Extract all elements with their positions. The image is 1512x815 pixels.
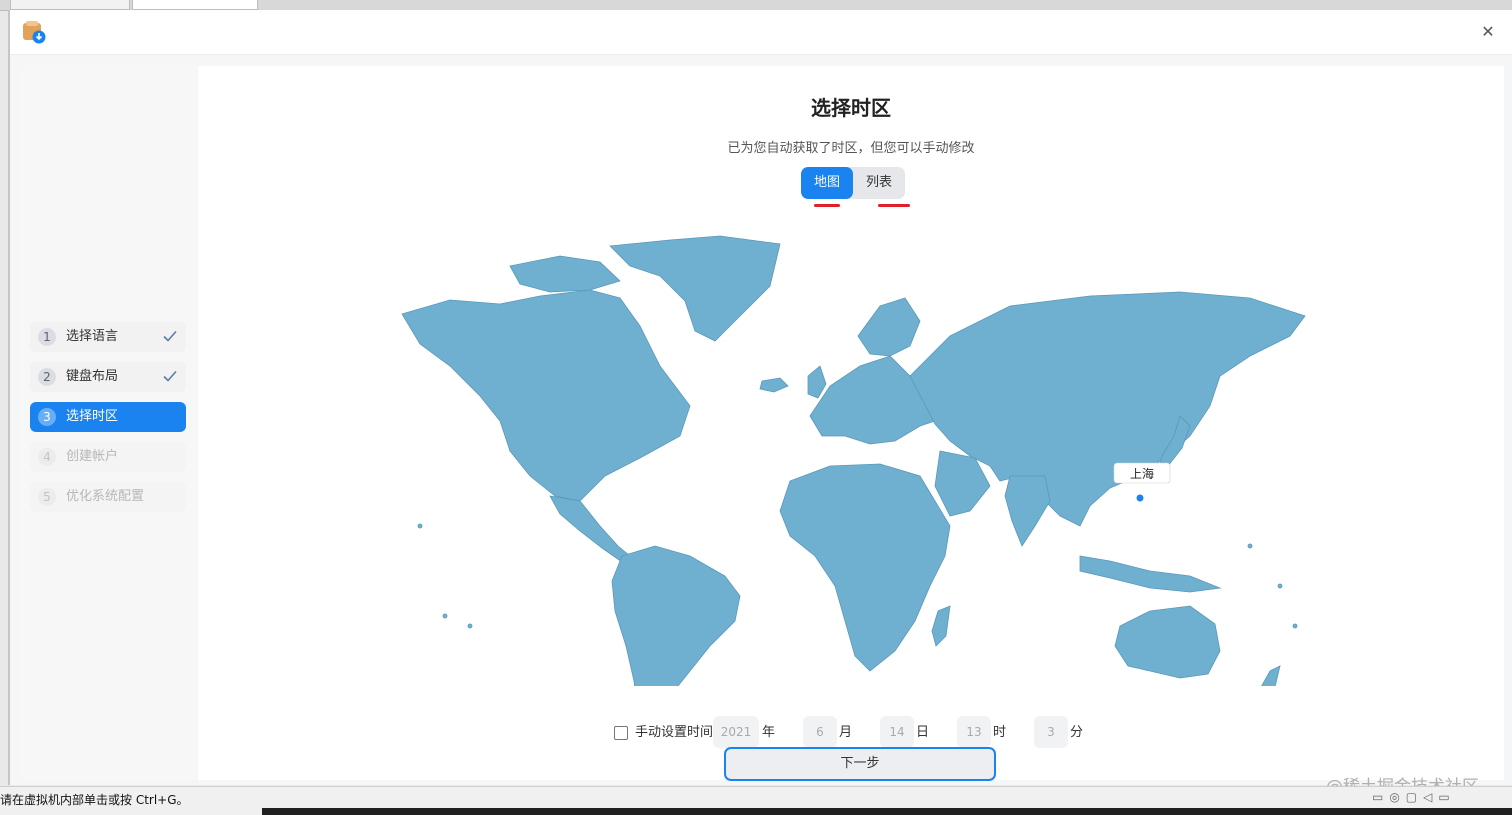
year-unit: 年 [762,725,776,740]
central-america-landmass [549,495,631,563]
next-button[interactable]: 下一步 [724,747,996,781]
step-label: 键盘布局 [66,369,119,384]
step-number: 3 [38,408,56,426]
step-keyboard-layout[interactable]: 2 键盘布局 [30,362,186,392]
step-number: 5 [38,488,56,506]
steps-sidebar: 1 选择语言 2 键盘布局 3 选择时区 4 创建帐户 5 优化系统配置 [20,66,196,780]
hour-field[interactable]: 13 [957,716,991,748]
day-unit: 日 [916,725,930,740]
host-taskbar [0,808,1512,815]
host-tab-active[interactable] [132,0,258,10]
manual-time-label: 手动设置时间 [635,725,714,740]
hour-unit: 时 [993,725,1007,740]
checkmark-icon [163,330,177,342]
vm-status-bar: 请在虚拟机内部单击或按 Ctrl+G。 ▭◎▢◁▭ [0,786,1512,809]
checkmark-icon [163,370,177,382]
day-field[interactable]: 14 [880,716,914,748]
step-number: 4 [38,448,56,466]
scandinavia-landmass [857,297,921,357]
manual-time-row: 手动设置时间 2021 年 6 月 14 日 13 时 3 分 [198,716,1504,748]
title-bar: ✕ [10,10,1512,55]
year-field[interactable]: 2021 [713,716,759,748]
shanghai-marker[interactable]: 上海 [1113,462,1171,503]
madagascar-landmass [931,605,951,647]
step-number: 2 [38,368,56,386]
close-icon[interactable]: ✕ [1476,20,1500,44]
annotation-underline [814,204,840,207]
new-zealand-landmass [1261,665,1281,686]
india-landmass [1004,475,1051,547]
annotation-underline [878,204,910,207]
installer-app-icon [23,21,46,44]
step-label: 优化系统配置 [66,489,145,504]
step-select-language[interactable]: 1 选择语言 [30,322,186,352]
step-label: 选择语言 [66,329,119,344]
status-message: 请在虚拟机内部单击或按 Ctrl+G。 [0,793,189,807]
minute-unit: 分 [1070,725,1084,740]
month-field[interactable]: 6 [803,716,837,748]
africa-landmass [779,463,951,672]
taskbar-left-segment [0,808,262,815]
south-america-landmass [611,545,741,686]
step-create-account: 4 创建帐户 [30,442,186,472]
month-unit: 月 [839,725,853,740]
manual-time-checkbox[interactable] [614,726,628,740]
arctic-islands [509,255,621,293]
world-map[interactable]: 上海 [390,226,1322,686]
step-label: 选择时区 [66,409,119,424]
city-label: 上海 [1130,466,1154,481]
installer-window: ✕ 1 选择语言 2 键盘布局 3 选择时区 4 创建帐户 5 优化系统配置 选… [8,10,1512,785]
step-select-timezone[interactable]: 3 选择时区 [30,402,186,432]
tab-map[interactable]: 地图 [801,167,853,199]
indonesia-landmass [1079,555,1222,593]
page-subtitle: 已为您自动获取了时区，但您可以手动修改 [727,141,975,156]
minute-field[interactable]: 3 [1034,716,1068,748]
australia-landmass [1114,605,1221,679]
timezone-panel: 选择时区 已为您自动获取了时区，但您可以手动修改 地图 列表 上海 手动设置时间… [198,66,1504,781]
north-america-landmass [401,289,691,502]
step-label: 创建帐户 [66,449,119,464]
status-tray-icons[interactable]: ▭◎▢◁▭ [1372,790,1482,806]
iceland-landmass [759,377,789,393]
view-toggle: 地图 列表 [801,167,905,199]
page-title: 选择时区 [811,96,891,120]
tab-list[interactable]: 列表 [853,167,905,199]
step-number: 1 [38,328,56,346]
step-optimize-system: 5 优化系统配置 [30,482,186,512]
host-tab[interactable] [10,0,130,10]
uk-landmass [807,365,827,399]
